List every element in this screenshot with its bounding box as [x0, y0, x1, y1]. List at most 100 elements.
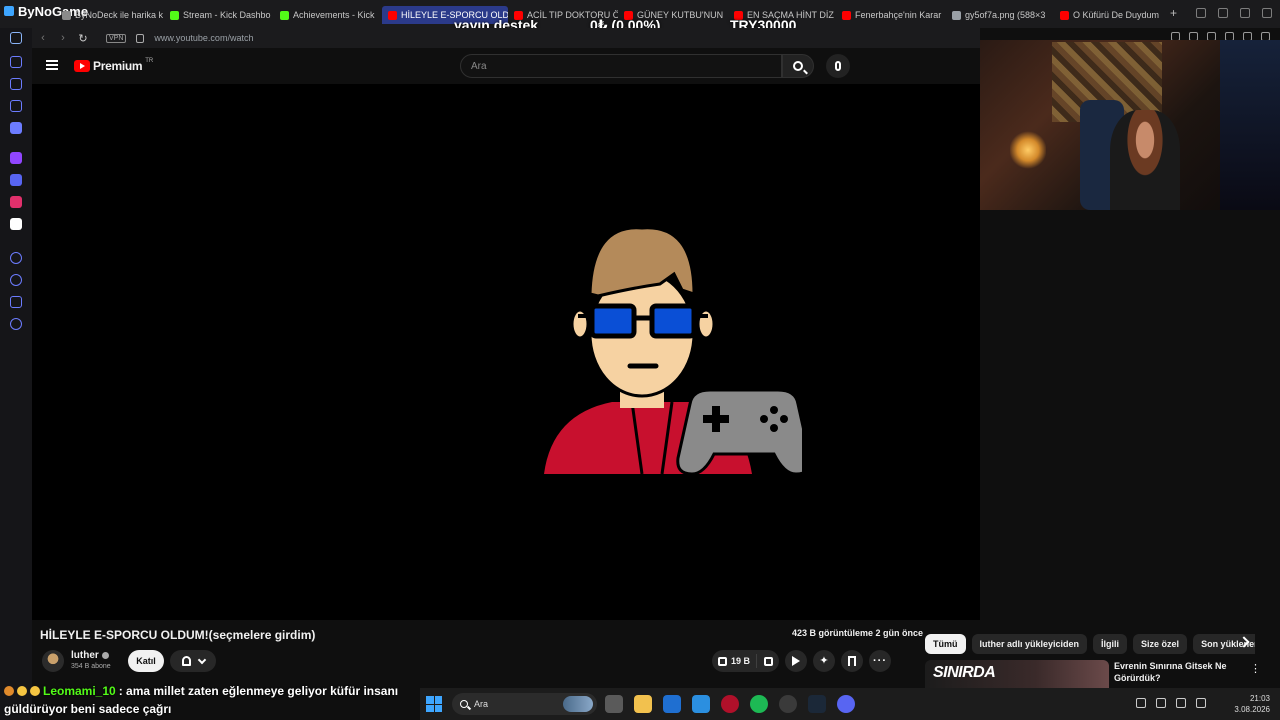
search-input[interactable]	[461, 55, 781, 77]
refresh-icon[interactable]	[10, 32, 22, 44]
spotify-icon[interactable]	[750, 695, 768, 713]
share-icon	[792, 656, 801, 666]
twitch-icon[interactable]	[10, 152, 22, 164]
vpn-badge[interactable]: VPN	[106, 33, 127, 43]
channel-name: luther	[71, 650, 99, 661]
chat-overlay: Leomami_10 : ama millet zaten eğlenmeye …	[0, 682, 420, 720]
discord-icon[interactable]	[837, 695, 855, 713]
recommended-video-title[interactable]: Evrenin Sınırına Gitsek Ne Görürdük?	[1114, 660, 1234, 684]
instagram-icon[interactable]	[10, 196, 22, 208]
browser-tab[interactable]: Stream - Kick Dashbo	[164, 6, 274, 24]
app-icon[interactable]	[663, 695, 681, 713]
aria-icon[interactable]	[10, 56, 22, 68]
taskbar-apps	[605, 695, 855, 713]
lock-icon[interactable]	[136, 33, 145, 43]
task-view-icon[interactable]	[605, 695, 623, 713]
back-icon[interactable]: ‹	[38, 32, 48, 44]
app-icon[interactable]	[692, 695, 710, 713]
more-horizontal-icon: ···	[873, 655, 888, 667]
settings-icon[interactable]	[10, 318, 22, 330]
view-count: 423 B görüntüleme 2 gün önce	[792, 628, 923, 638]
new-tab-button[interactable]: +	[1164, 6, 1183, 24]
volume-icon[interactable]	[1196, 698, 1206, 708]
extensions-icon[interactable]	[10, 100, 22, 112]
dislike-button[interactable]	[757, 650, 779, 672]
minimize-icon[interactable]	[1218, 8, 1228, 18]
window-controls	[1196, 8, 1272, 18]
player-icon[interactable]	[10, 252, 22, 264]
x-twitter-icon[interactable]	[10, 218, 22, 230]
steam-icon[interactable]	[808, 695, 826, 713]
address-bar: ‹ › ↻ VPN www.youtube.com/watch	[32, 28, 980, 48]
display-icon[interactable]	[1176, 698, 1186, 708]
badge-icon	[4, 686, 14, 696]
secondary-column	[980, 210, 1280, 620]
youtube-logo[interactable]: Premium TR	[74, 58, 153, 73]
like-count: 19 B	[731, 656, 751, 666]
maximize-icon[interactable]	[1240, 8, 1250, 18]
microphone-icon[interactable]	[1156, 698, 1166, 708]
tab-favicon-icon	[62, 10, 71, 20]
search-tabs-icon[interactable]	[1196, 8, 1206, 18]
chat-message-line: Leomami_10 : ama millet zaten eğlenmeye …	[4, 684, 398, 698]
browser-tab[interactable]: Achievements - Kick	[274, 6, 382, 24]
history-icon[interactable]	[10, 274, 22, 286]
tab-label: ByNoDeck ile harika k	[75, 10, 164, 20]
menu-icon[interactable]	[46, 60, 58, 70]
channel-name-row[interactable]: luther	[71, 650, 109, 661]
chevron-up-icon[interactable]	[1136, 698, 1146, 708]
ask-ai-button[interactable]: ✦	[813, 650, 836, 672]
upload-age: 2 gün önce	[875, 628, 924, 638]
messenger-icon[interactable]	[10, 122, 22, 134]
chip-related[interactable]: İlgili	[1093, 634, 1128, 654]
search-highlight-image	[563, 696, 593, 712]
share-button[interactable]	[785, 650, 808, 672]
app-icon[interactable]	[779, 695, 797, 713]
video-info: HİLEYLE E-SPORCU OLDUM!(seçmelere girdim…	[32, 620, 980, 684]
bookmark-icon	[848, 656, 857, 666]
voice-search-button[interactable]	[826, 54, 850, 78]
more-vertical-icon[interactable]: ⋮	[1250, 662, 1261, 675]
sparkle-icon: ✦	[819, 654, 829, 667]
file-explorer-icon[interactable]	[634, 695, 652, 713]
search-button[interactable]	[782, 54, 814, 78]
subscriber-count: 354 B abone	[71, 663, 111, 670]
youtube-icon	[388, 10, 397, 20]
video-actions: 19 B ✦ ···	[712, 650, 892, 672]
thumbnail-text: SINIRDA	[933, 664, 996, 681]
taskbar-search[interactable]: Ara	[452, 693, 597, 715]
opera-icon[interactable]	[721, 695, 739, 713]
discord-icon[interactable]	[10, 174, 22, 186]
taskbar-search-label: Ara	[474, 699, 489, 709]
browser-tab[interactable]: Fenerbahçe'nin Karar	[836, 6, 946, 24]
channel-avatar[interactable]	[42, 650, 64, 672]
subscription-bell-button[interactable]	[170, 650, 216, 672]
windows-start-icon[interactable]	[426, 696, 442, 712]
browser-tab[interactable]: O Küfürü De Duydum	[1054, 6, 1164, 24]
search-box	[460, 54, 782, 78]
tab-label: Fenerbahçe'nin Karar	[855, 10, 942, 20]
image-file-icon	[952, 10, 961, 20]
save-button[interactable]	[841, 650, 864, 672]
lamp	[1010, 130, 1046, 170]
browser-tab[interactable]: gy5of7a.png (588×3	[946, 6, 1054, 24]
recommendation-chips: Tümü luther adlı yükleyiciden İlgili Siz…	[925, 634, 1255, 654]
like-button[interactable]: 19 B	[712, 650, 756, 672]
close-icon[interactable]	[1262, 8, 1272, 18]
chip-for-you[interactable]: Size özel	[1133, 634, 1188, 654]
recommended-video-thumbnail[interactable]: SINIRDA	[925, 660, 1109, 688]
chip-all[interactable]: Tümü	[925, 634, 966, 654]
browser-tab[interactable]: ByNoDeck ile harika k	[56, 6, 164, 24]
browser-sidebar	[0, 28, 32, 720]
forward-icon[interactable]: ›	[58, 32, 68, 44]
join-button[interactable]: Katıl	[128, 650, 164, 672]
bookmarks-icon[interactable]	[10, 296, 22, 308]
clock[interactable]: 21:03 3.08.2026	[1234, 693, 1270, 715]
more-actions-button[interactable]: ···	[869, 650, 892, 672]
reload-icon[interactable]: ↻	[78, 32, 88, 45]
workspace-icon[interactable]	[10, 78, 22, 90]
youtube-header: Premium TR	[32, 48, 980, 84]
chip-from-uploader[interactable]: luther adlı yükleyiciden	[971, 634, 1088, 654]
url-field[interactable]: www.youtube.com/watch	[154, 33, 253, 43]
video-player[interactable]	[32, 84, 980, 620]
